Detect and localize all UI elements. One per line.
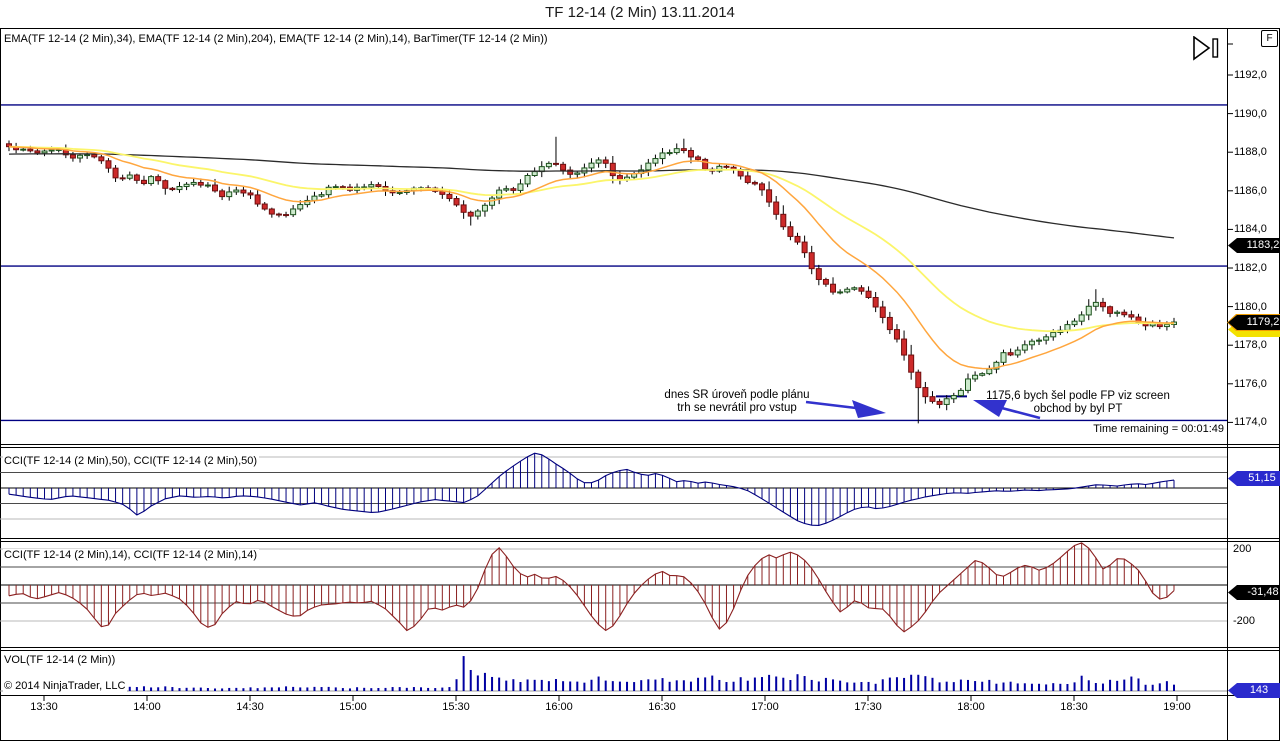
skip-to-end-icon[interactable]: [1193, 36, 1221, 62]
price-axis-label: 1188,0: [1234, 146, 1267, 159]
time-axis-label: 18:00: [957, 701, 985, 713]
copyright-label: © 2014 NinjaTrader, LLC: [3, 680, 128, 692]
bar-timer-text: Time remaining = 00:01:49: [1093, 423, 1224, 435]
vol-panel-label: VOL(TF 12-14 (2 Min)): [3, 654, 118, 666]
price-axis-label: 1186,0: [1234, 184, 1267, 197]
cci14-value-badge: -31,48: [1228, 585, 1280, 600]
ninjatrader-chart-window: TF 12-14 (2 Min) 13.11.2014 EMA(TF 12-14…: [0, 0, 1280, 741]
annotation-left-line2: trh se nevrátil pro vstup: [677, 402, 797, 414]
price-axis-label: 1184,0: [1234, 223, 1267, 236]
price-axis-label: 1182,0: [1234, 262, 1267, 274]
time-axis-label: 15:00: [339, 701, 367, 713]
price-axis-label: 1192,0: [1234, 69, 1267, 81]
price-axis-label: 1190,0: [1234, 107, 1267, 120]
price-axis-label: 1174,0: [1234, 416, 1267, 429]
time-axis-label: 14:30: [236, 701, 264, 713]
time-axis-label: 19:00: [1163, 701, 1191, 713]
cci50-value-badge: 51,15: [1228, 471, 1280, 486]
annotation-right: 1175,6 bych šel podle FP viz screen obch…: [978, 390, 1178, 416]
cci14-axis-neg200: -200: [1233, 615, 1256, 627]
vol-value-badge: 143: [1228, 683, 1280, 698]
price-axis-label: 1180,0: [1234, 300, 1267, 313]
time-axis-label: 14:00: [133, 701, 161, 713]
annotation-right-line1: 1175,6 bych šel podle FP viz screen: [986, 390, 1170, 402]
time-axis-label: 16:30: [648, 701, 676, 713]
price-axis-label: 1178,0: [1234, 339, 1267, 352]
price-axis-label: 1176,0: [1234, 377, 1267, 390]
time-axis-label: 17:00: [751, 701, 779, 713]
f-button[interactable]: F: [1261, 30, 1278, 47]
price-panel-indicator-label: EMA(TF 12-14 (2 Min),34), EMA(TF 12-14 (…: [3, 33, 550, 45]
time-axis-label: 15:30: [442, 701, 470, 713]
time-axis-label: 18:30: [1060, 701, 1088, 713]
chart-canvas[interactable]: [0, 0, 1280, 741]
cci14-axis-200: 200: [1233, 543, 1252, 555]
annotation-right-line2: obchod by byl PT: [1033, 403, 1123, 415]
cci50-panel-label: CCI(TF 12-14 (2 Min),50), CCI(TF 12-14 (…: [3, 455, 260, 467]
time-axis-label: 13:30: [30, 701, 58, 713]
annotation-left-line1: dnes SR úroveň podle plánu: [664, 389, 810, 401]
time-axis-label: 17:30: [854, 701, 882, 713]
price-level-badge: 1183,2: [1228, 238, 1280, 253]
cci14-panel-label: CCI(TF 12-14 (2 Min),14), CCI(TF 12-14 (…: [3, 549, 260, 561]
annotation-left: dnes SR úroveň podle plánu trh se nevrát…: [632, 389, 842, 415]
last-price-badge: 1179,2: [1228, 315, 1280, 330]
time-axis-label: 16:00: [545, 701, 573, 713]
chart-title: TF 12-14 (2 Min) 13.11.2014: [545, 4, 735, 21]
